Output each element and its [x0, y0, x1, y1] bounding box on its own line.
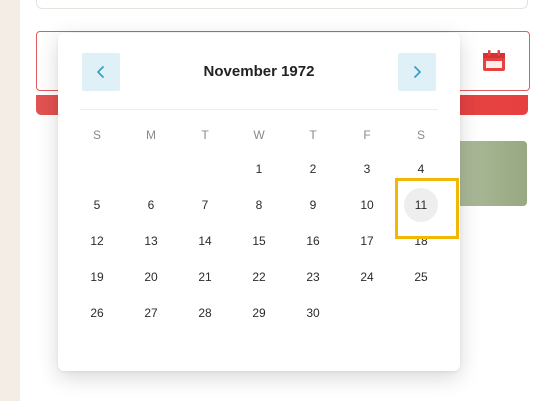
- day-cell-20[interactable]: 20: [124, 259, 178, 295]
- day-cell-8[interactable]: 8: [232, 187, 286, 223]
- day-cell-16[interactable]: 16: [286, 223, 340, 259]
- day-cell-22[interactable]: 22: [232, 259, 286, 295]
- day-number: 5: [93, 198, 101, 212]
- day-cell-26[interactable]: 26: [70, 295, 124, 331]
- day-number: 24: [360, 270, 374, 284]
- day-cell-17[interactable]: 17: [340, 223, 394, 259]
- day-number: 13: [144, 234, 158, 248]
- day-cell-1[interactable]: 1: [232, 151, 286, 187]
- day-cell-2[interactable]: 2: [286, 151, 340, 187]
- day-grid: 1 2 3 4 5 6 7 8 9 10 11 12 13 14 15 16 17 18 19 20 21 22 23 24 2…: [70, 151, 448, 331]
- day-number: 10: [360, 198, 374, 212]
- day-cell-14[interactable]: 14: [178, 223, 232, 259]
- weekday-label: W: [253, 128, 265, 142]
- day-cell-29[interactable]: 29: [232, 295, 286, 331]
- day-number: 16: [306, 234, 320, 248]
- day-cell-30[interactable]: 30: [286, 295, 340, 331]
- day-cell-9[interactable]: 9: [286, 187, 340, 223]
- day-cell-empty: [124, 151, 178, 187]
- day-number: 30: [306, 306, 320, 320]
- day-number: 21: [198, 270, 212, 284]
- day-number: 27: [144, 306, 158, 320]
- day-cell-13[interactable]: 13: [124, 223, 178, 259]
- day-number: 14: [198, 234, 212, 248]
- day-number: 20: [144, 270, 158, 284]
- day-cell-28[interactable]: 28: [178, 295, 232, 331]
- day-number: 26: [90, 306, 104, 320]
- day-cell-25[interactable]: 25: [394, 259, 448, 295]
- weekday-label: S: [92, 128, 101, 142]
- day-number: 3: [363, 162, 371, 176]
- chevron-right-icon: [414, 66, 421, 78]
- day-cell-3[interactable]: 3: [340, 151, 394, 187]
- day-number: 1: [255, 162, 263, 176]
- day-number: 22: [252, 270, 266, 284]
- day-number: 15: [252, 234, 266, 248]
- weekday-label: T: [309, 128, 317, 142]
- day-number: 23: [306, 270, 320, 284]
- day-cell-10[interactable]: 10: [340, 187, 394, 223]
- day-number: 12: [90, 234, 104, 248]
- day-cell-6[interactable]: 6: [124, 187, 178, 223]
- day-number: 4: [417, 162, 425, 176]
- day-cell-21[interactable]: 21: [178, 259, 232, 295]
- day-cell-7[interactable]: 7: [178, 187, 232, 223]
- weekday-header: S M T W T F S: [70, 125, 448, 145]
- day-number: 29: [252, 306, 266, 320]
- weekday-label: F: [363, 128, 371, 142]
- calendar-icon[interactable]: [482, 50, 506, 72]
- day-number: 28: [198, 306, 212, 320]
- day-number: 2: [309, 162, 317, 176]
- day-cell-empty: [178, 151, 232, 187]
- next-month-button[interactable]: [398, 53, 436, 91]
- day-cell-empty: [70, 151, 124, 187]
- day-cell-empty: [340, 295, 394, 331]
- day-number: 17: [360, 234, 374, 248]
- day-cell-27[interactable]: 27: [124, 295, 178, 331]
- day-number: 8: [255, 198, 263, 212]
- weekday-label: T: [201, 128, 209, 142]
- day-cell-5[interactable]: 5: [70, 187, 124, 223]
- day-cell-empty: [394, 295, 448, 331]
- day-cell-12[interactable]: 12: [70, 223, 124, 259]
- day-number: 25: [414, 270, 428, 284]
- selection-highlight-box: [395, 178, 459, 239]
- day-cell-15[interactable]: 15: [232, 223, 286, 259]
- day-cell-24[interactable]: 24: [340, 259, 394, 295]
- day-cell-19[interactable]: 19: [70, 259, 124, 295]
- weekday-label: S: [416, 128, 425, 142]
- day-number: 7: [201, 198, 209, 212]
- day-number: 19: [90, 270, 104, 284]
- header-divider: [80, 109, 438, 110]
- top-input-field[interactable]: [36, 0, 528, 9]
- day-number: 9: [309, 198, 317, 212]
- weekday-label: M: [146, 128, 156, 142]
- day-cell-23[interactable]: 23: [286, 259, 340, 295]
- day-number: 6: [147, 198, 155, 212]
